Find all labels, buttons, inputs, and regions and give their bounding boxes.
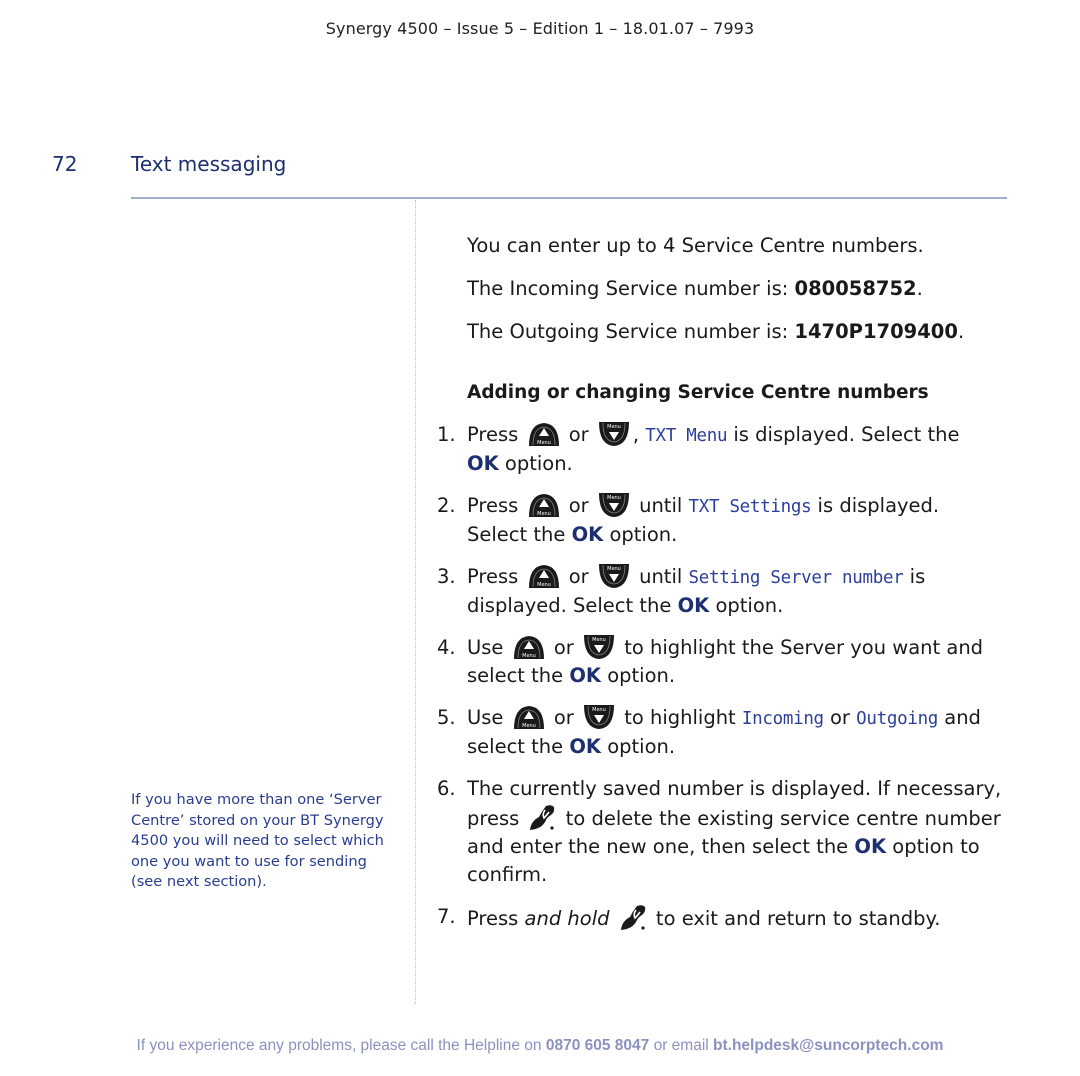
step-2: 2. Press or until TXT Settings is displa…: [437, 492, 1027, 549]
menu-up-key-icon: [512, 634, 546, 660]
sidenote: If you have more than one ‘Server Centre…: [131, 791, 384, 890]
lcd-text: Setting Server number: [688, 568, 904, 588]
section-title: Text messaging: [131, 152, 287, 176]
footer-text: If you experience any problems, please c…: [136, 1037, 546, 1054]
lcd-text: TXT Menu: [645, 426, 728, 446]
step-text: option to: [886, 835, 980, 858]
step-number: 3.: [437, 565, 456, 588]
incoming-number: 080058752: [794, 277, 917, 300]
steps-list: 1. Press or , TXT Menu is displayed. Sel…: [437, 421, 1027, 933]
ok-option: OK: [467, 452, 499, 475]
step-text: or: [553, 706, 574, 729]
step-text: to exit and return to standby.: [649, 907, 941, 930]
ok-option: OK: [854, 835, 887, 858]
helpline-phone: 0870 605 8047: [545, 1037, 650, 1054]
intro-line: You can enter up to 4 Service Centre num…: [467, 234, 924, 257]
helpdesk-email: bt.helpdesk@suncorptech.com: [713, 1037, 944, 1054]
end-call-key-icon: [527, 803, 557, 833]
lcd-text: Incoming: [741, 709, 824, 729]
step-text: or: [568, 565, 589, 588]
lcd-text: Outgoing: [856, 709, 939, 729]
incoming-number-line: The Incoming Service number is: 08005875…: [467, 277, 1027, 301]
step-3: 3. Press or until Setting Server number …: [437, 563, 1027, 620]
main-content: You can enter up to 4 Service Centre num…: [437, 234, 1027, 947]
step-text: until: [632, 494, 689, 517]
step-text: until: [632, 565, 689, 588]
step-text: Press: [467, 907, 525, 930]
period: .: [916, 277, 923, 300]
step-5: 5. Use or to highlight Incoming or Outgo…: [437, 704, 1027, 761]
step-number: 2.: [437, 494, 456, 517]
step-4: 4. Use or to highlight the Server you wa…: [437, 634, 1027, 690]
step-text: Use: [467, 636, 504, 659]
menu-down-key-icon: [582, 634, 616, 660]
menu-down-key-icon: [597, 421, 631, 447]
step-number: 6.: [437, 777, 456, 800]
menu-down-key-icon: [582, 704, 616, 730]
step-text: option.: [601, 664, 676, 687]
outgoing-number-line: The Outgoing Service number is: 1470P170…: [467, 320, 1027, 344]
step-text: or: [568, 423, 589, 446]
menu-up-key-icon: [527, 563, 561, 589]
menu-up-key-icon: [527, 492, 561, 518]
step-text: The currently saved number is displayed.…: [467, 777, 1002, 800]
step-text: Press: [467, 565, 519, 588]
subheading: Adding or changing Service Centre number…: [467, 382, 929, 403]
step-text: to highlight the Server you want and: [618, 636, 984, 659]
step-number: 1.: [437, 423, 456, 446]
menu-up-key-icon: [527, 421, 561, 447]
step-emphasis: and hold: [524, 907, 610, 930]
step-text: Select the: [467, 523, 572, 546]
step-number: 5.: [437, 706, 456, 729]
menu-down-key-icon: [597, 492, 631, 518]
ok-option: OK: [571, 523, 604, 546]
step-number: 4.: [437, 636, 456, 659]
step-6: 6. The currently saved number is display…: [437, 775, 1027, 889]
step-text: option.: [601, 735, 676, 758]
step-text: or: [823, 706, 857, 729]
header-rule: [131, 197, 1007, 199]
step-text: is: [903, 565, 926, 588]
outgoing-number: 1470P1709400: [794, 320, 958, 343]
step-text: ,: [632, 423, 640, 446]
step-text: and enter the new one, then select the: [467, 835, 855, 858]
step-text: option.: [603, 523, 678, 546]
step-text: press: [467, 807, 526, 830]
ok-option: OK: [569, 735, 602, 758]
lcd-text: TXT Settings: [688, 497, 812, 517]
end-call-key-icon: [618, 903, 648, 933]
step-text: to delete the existing service centre nu…: [559, 807, 1001, 830]
step-text: select the: [467, 735, 570, 758]
step-text: option.: [709, 594, 784, 617]
step-text: or: [553, 636, 574, 659]
helpline-footer: If you experience any problems, please c…: [0, 1037, 1080, 1055]
step-text: Press: [467, 494, 519, 517]
step-text: Use: [467, 706, 504, 729]
step-text: select the: [467, 664, 570, 687]
step-text: displayed. Select the: [467, 594, 678, 617]
menu-down-key-icon: [597, 563, 631, 589]
step-text: and: [938, 706, 981, 729]
step-text: option.: [498, 452, 573, 475]
period: .: [957, 320, 965, 343]
ok-option: OK: [569, 664, 602, 687]
menu-up-key-icon: [512, 704, 546, 730]
step-text: Press: [467, 423, 519, 446]
incoming-label: The Incoming Service number is:: [467, 277, 795, 300]
step-text: is displayed.: [811, 494, 940, 517]
footer-text: or email: [649, 1037, 714, 1054]
step-7: 7. Press and hold to exit and return to …: [437, 903, 1027, 933]
document-header: Synergy 4500 – Issue 5 – Edition 1 – 18.…: [325, 19, 755, 38]
ok-option: OK: [677, 594, 710, 617]
step-number: 7.: [437, 905, 456, 928]
step-text: to highlight: [618, 706, 742, 729]
step-text: or: [568, 494, 589, 517]
step-text: is displayed. Select the: [727, 423, 960, 446]
column-divider: [415, 200, 416, 1004]
step-text: confirm.: [467, 863, 548, 886]
outgoing-label: The Outgoing Service number is:: [467, 320, 795, 343]
page-number: 72: [52, 152, 78, 176]
step-1: 1. Press or , TXT Menu is displayed. Sel…: [437, 421, 1027, 478]
